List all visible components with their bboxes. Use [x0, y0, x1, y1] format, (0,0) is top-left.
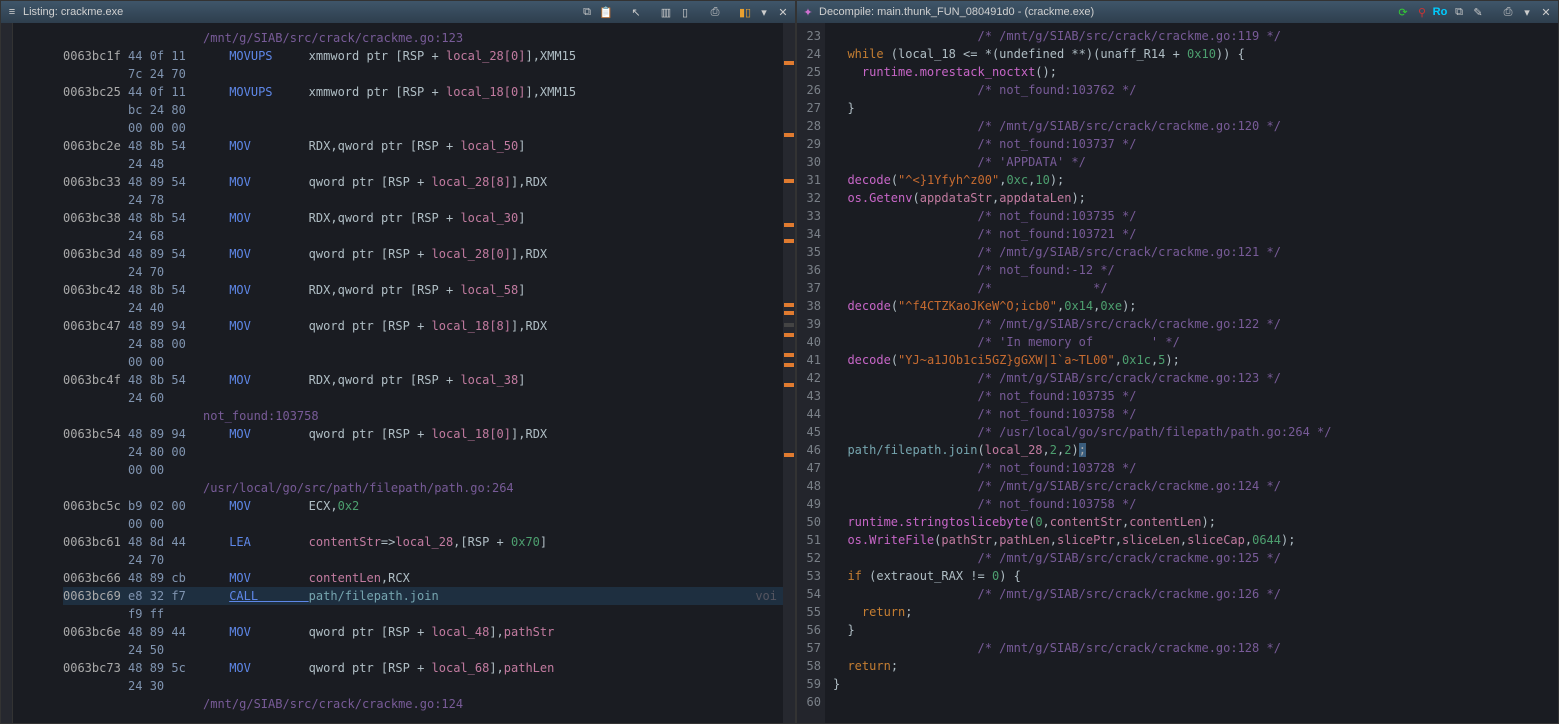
decompile-view[interactable]: /* /mnt/g/SIAB/src/crack/crackme.go:119 …	[825, 23, 1558, 723]
paste-icon[interactable]: 📋	[598, 4, 614, 20]
refresh-icon[interactable]: ⟳	[1395, 4, 1411, 20]
overview-ruler[interactable]	[783, 23, 795, 723]
snapshot-icon[interactable]: ⎙	[707, 4, 723, 20]
decompile-title-bar[interactable]: ✦ Decompile: main.thunk_FUN_080491d0 - (…	[797, 1, 1558, 23]
listing-title-bar[interactable]: ≡ Listing: crackme.exe ⧉ 📋 ↖ ▥ ▯ ⎙ ▮▯ ▾ …	[1, 1, 795, 23]
edit-icon[interactable]: ✎	[1470, 4, 1486, 20]
listing-icon: ≡	[5, 5, 19, 19]
copy-icon[interactable]: ⧉	[579, 4, 595, 20]
copy2-icon[interactable]: ⧉	[1451, 4, 1467, 20]
close-icon[interactable]: ✕	[775, 4, 791, 20]
close2-icon[interactable]: ✕	[1538, 4, 1554, 20]
decompile-panel: ✦ Decompile: main.thunk_FUN_080491d0 - (…	[796, 0, 1559, 724]
decompile-icon: ✦	[801, 5, 815, 19]
listing-view[interactable]: /mnt/g/SIAB/src/crack/crackme.go:1230063…	[13, 23, 783, 723]
line-number-gutter: 2324252627282930313233343536373839404142…	[797, 23, 825, 723]
fields-icon[interactable]: ▥	[658, 4, 674, 20]
menu2-icon[interactable]: ▾	[1519, 4, 1535, 20]
panel-icon[interactable]: ▯	[677, 4, 693, 20]
listing-title: Listing: crackme.exe	[23, 6, 123, 18]
toggle-icon[interactable]: ▮▯	[737, 4, 753, 20]
address-gutter	[1, 23, 13, 723]
readonly-badge[interactable]: Ro	[1432, 4, 1448, 20]
decompile-title: Decompile: main.thunk_FUN_080491d0 - (cr…	[819, 6, 1094, 18]
listing-panel: ≡ Listing: crackme.exe ⧉ 📋 ↖ ▥ ▯ ⎙ ▮▯ ▾ …	[0, 0, 796, 724]
menu-icon[interactable]: ▾	[756, 4, 772, 20]
snapshot2-icon[interactable]: ⎙	[1500, 4, 1516, 20]
cursor-icon[interactable]: ↖	[628, 4, 644, 20]
tree-icon[interactable]: ⚲	[1414, 4, 1430, 20]
